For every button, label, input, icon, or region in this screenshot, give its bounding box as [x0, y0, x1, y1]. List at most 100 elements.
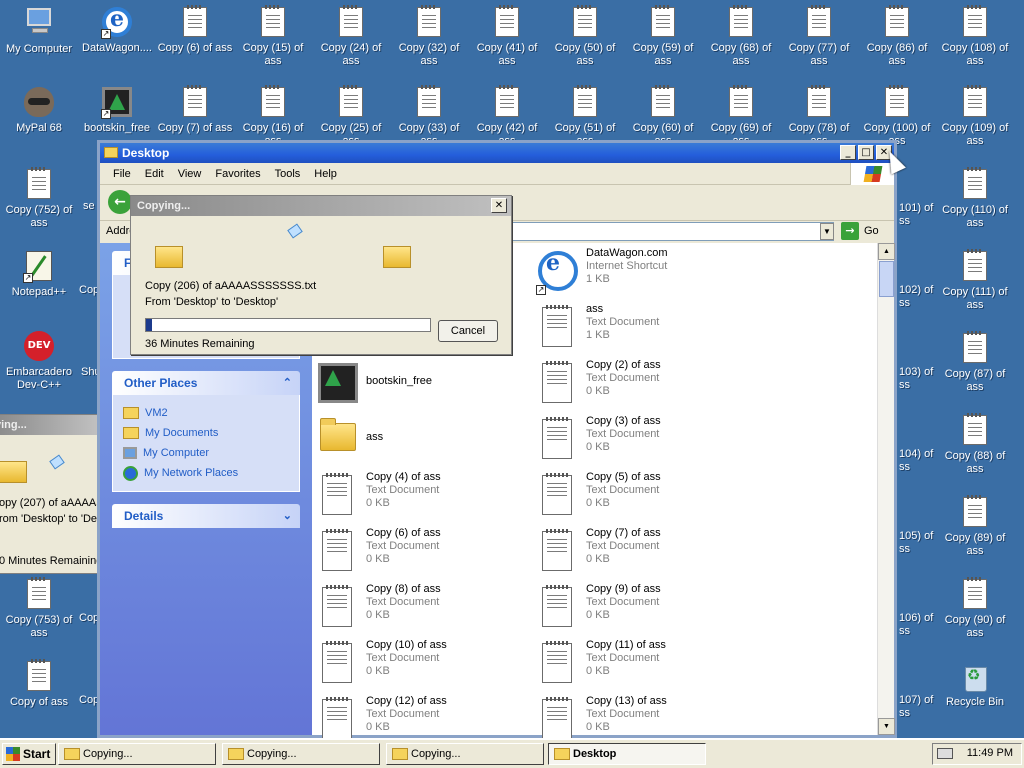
- details-header[interactable]: Details ⌄: [112, 504, 300, 528]
- file-item[interactable]: Copy (8) of ass Text Document 0 KB: [316, 583, 441, 631]
- scrollbar-thumb[interactable]: [879, 261, 894, 297]
- desktop-icon[interactable]: Copy (25) of ass: [312, 85, 390, 148]
- desktop-icon[interactable]: Copy (41) of ass: [468, 5, 546, 68]
- vertical-scrollbar[interactable]: ▲ ▼: [877, 243, 895, 735]
- desktop-icon[interactable]: Copy (32) of ass: [390, 5, 468, 68]
- address-input[interactable]: [510, 222, 834, 241]
- close-button[interactable]: ✕: [491, 198, 507, 213]
- link-vm2[interactable]: VM2: [123, 403, 289, 423]
- file-item[interactable]: Copy (12) of ass Text Document 0 KB: [316, 695, 447, 743]
- desktop-icon[interactable]: Copy (60) of ass: [624, 85, 702, 148]
- desktop-icon[interactable]: Copy (87) of ass: [936, 331, 1014, 394]
- back-button[interactable]: ←: [108, 190, 132, 214]
- desktop-icon[interactable]: ↗ Notepad++: [0, 250, 78, 299]
- desktop-icon[interactable]: Copy (752) of ass: [0, 167, 78, 230]
- scroll-up-button[interactable]: ▲: [878, 243, 895, 260]
- desktop-icon[interactable]: Copy (78) of ass: [780, 85, 858, 148]
- file-item[interactable]: Copy (2) of ass Text Document 0 KB: [536, 359, 661, 407]
- desktop-icon[interactable]: Copy (24) of ass: [312, 5, 390, 68]
- text-document-icon: [316, 527, 360, 575]
- desktop-icon[interactable]: DEV Embarcadero Dev-C++: [0, 330, 78, 392]
- desktop-icon[interactable]: ↗ DataWagon....: [78, 6, 156, 55]
- keyboard-icon[interactable]: [937, 748, 953, 759]
- desktop-icon[interactable]: Copy (42) of ass: [468, 85, 546, 148]
- desktop-icon[interactable]: Copy (90) of ass: [936, 577, 1014, 640]
- file-item[interactable]: Copy (4) of ass Text Document 0 KB: [316, 471, 441, 519]
- desktop-icon[interactable]: Copy (69) of ass: [702, 85, 780, 148]
- cancel-button[interactable]: Cancel: [438, 320, 498, 342]
- taskbar-button[interactable]: Desktop: [548, 743, 706, 765]
- desktop-icon[interactable]: My Computer: [0, 6, 78, 56]
- file-item[interactable]: Copy (3) of ass Text Document 0 KB: [536, 415, 661, 463]
- desktop-icon[interactable]: Copy (15) of ass: [234, 5, 312, 68]
- desktop-icon-label: MyPal 68: [16, 122, 62, 134]
- go-arrow-icon[interactable]: →: [841, 222, 859, 240]
- desktop-icon[interactable]: Copy (33) of ass: [390, 85, 468, 148]
- taskbar-button[interactable]: Copying...: [58, 743, 216, 765]
- text-document-icon: [23, 577, 55, 611]
- menu-favorites[interactable]: Favorites: [208, 166, 267, 182]
- desktop-icon[interactable]: Copy (109) of ass: [936, 85, 1014, 148]
- menu-help[interactable]: Help: [307, 166, 344, 182]
- file-name: Copy (12) of ass: [366, 695, 447, 707]
- desktop-icon[interactable]: Copy (89) of ass: [936, 495, 1014, 558]
- file-item[interactable]: ass Text Document 1 KB: [536, 303, 659, 351]
- window-titlebar[interactable]: Desktop _ □ ✕: [100, 143, 894, 163]
- text-document-icon: [881, 5, 913, 39]
- desktop-icon[interactable]: MyPal 68: [0, 86, 78, 135]
- desktop-icon[interactable]: Copy (68) of ass: [702, 5, 780, 68]
- maximize-button[interactable]: □: [858, 145, 874, 160]
- file-item[interactable]: Copy (5) of ass Text Document 0 KB: [536, 471, 661, 519]
- desktop-icon[interactable]: Copy (51) of ass: [546, 85, 624, 148]
- copying-dialog[interactable]: Copying... ✕ Copy (206) of aAAAASSSSSSS.…: [130, 195, 512, 355]
- desktop-icon[interactable]: Copy (59) of ass: [624, 5, 702, 68]
- desktop-icon[interactable]: ↗ bootskin_free: [78, 86, 156, 135]
- desktop-icon[interactable]: Copy (88) of ass: [936, 413, 1014, 476]
- scroll-down-button[interactable]: ▼: [878, 718, 895, 735]
- other-places-header[interactable]: Other Places ⌃: [112, 371, 300, 395]
- desktop-icon[interactable]: Copy (100) of ass: [858, 85, 936, 148]
- text-document-icon: [881, 85, 913, 119]
- link-my-documents[interactable]: My Documents: [123, 423, 289, 443]
- desktop-icon[interactable]: Copy (111) of ass: [936, 249, 1014, 312]
- link-my-network-places[interactable]: My Network Places: [123, 463, 289, 483]
- file-item[interactable]: ↗ DataWagon.comInternet Shortcut1 KB: [536, 247, 668, 295]
- taskbar-button[interactable]: Copying...: [386, 743, 544, 765]
- copying-dialog-secondary[interactable]: ying... opy (207) of aAAAAS rom 'Desktop…: [0, 414, 98, 574]
- collapse-chevron-icon[interactable]: ⌃: [283, 371, 292, 395]
- menu-tools[interactable]: Tools: [268, 166, 308, 182]
- text-document-icon: [257, 85, 289, 119]
- expand-chevron-icon[interactable]: ⌄: [283, 504, 292, 528]
- desktop-icon[interactable]: Copy (50) of ass: [546, 5, 624, 68]
- notepad-plus-plus-icon: ↗: [23, 251, 55, 283]
- file-item[interactable]: Copy (10) of ass Text Document 0 KB: [316, 639, 447, 687]
- file-item[interactable]: Copy (6) of ass Text Document 0 KB: [316, 527, 441, 575]
- desktop-icon[interactable]: Copy (110) of ass: [936, 167, 1014, 230]
- start-button[interactable]: Start: [2, 743, 56, 765]
- chevron-down-icon[interactable]: ▼: [820, 223, 834, 240]
- file-item[interactable]: Copy (7) of ass Text Document 0 KB: [536, 527, 661, 575]
- file-type: Text Document: [366, 540, 440, 552]
- desktop-icon[interactable]: Copy (753) of ass: [0, 577, 78, 640]
- menu-view[interactable]: View: [171, 166, 209, 182]
- desktop-icon[interactable]: Copy (108) of ass: [936, 5, 1014, 68]
- file-item[interactable]: ass: [316, 415, 383, 463]
- file-item[interactable]: Copy (11) of ass Text Document 0 KB: [536, 639, 666, 687]
- desktop-icon[interactable]: Copy (86) of ass: [858, 5, 936, 68]
- desktop-icon[interactable]: Copy (16) of ass: [234, 85, 312, 148]
- desktop-icon[interactable]: Recycle Bin: [936, 660, 1014, 709]
- file-type: Text Document: [366, 708, 440, 720]
- minimize-button[interactable]: _: [840, 145, 856, 160]
- go-button[interactable]: Go: [864, 225, 879, 237]
- file-item[interactable]: Copy (9) of ass Text Document 0 KB: [536, 583, 661, 631]
- menu-edit[interactable]: Edit: [138, 166, 171, 182]
- taskbar-button[interactable]: Copying...: [222, 743, 380, 765]
- desktop-icon[interactable]: Copy (7) of ass: [156, 85, 234, 135]
- desktop-icon[interactable]: Copy (77) of ass: [780, 5, 858, 68]
- link-my-computer[interactable]: My Computer: [123, 443, 289, 463]
- desktop-icon[interactable]: Copy (6) of ass: [156, 5, 234, 55]
- menu-file[interactable]: File: [106, 166, 138, 182]
- desktop-icon[interactable]: Copy of ass: [0, 659, 78, 709]
- file-item[interactable]: Copy (13) of ass Text Document 0 KB: [536, 695, 667, 743]
- file-item[interactable]: bootskin_free: [316, 359, 432, 407]
